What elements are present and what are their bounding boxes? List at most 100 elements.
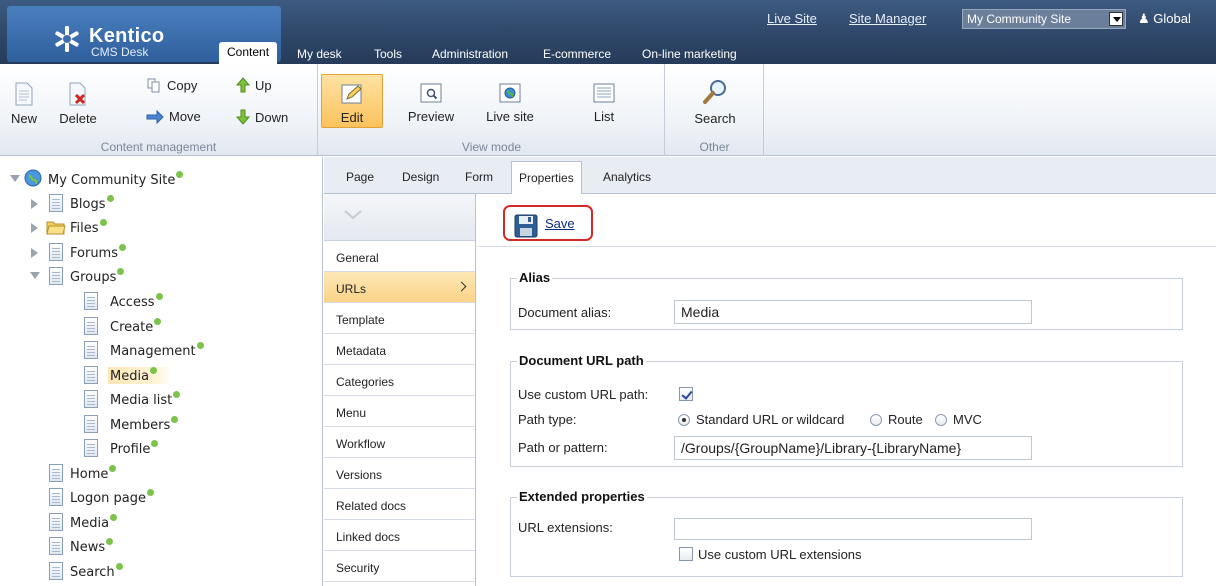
use-custom-url-checkbox[interactable]	[679, 387, 693, 401]
chevron-down-icon[interactable]	[344, 210, 362, 220]
document-alias-input[interactable]: Media	[674, 300, 1032, 324]
arrow-up-icon	[235, 77, 251, 93]
move-button[interactable]: Move	[146, 109, 201, 125]
document-alias-label: Document alias:	[518, 305, 612, 320]
tree-expand-icon[interactable]	[31, 199, 38, 209]
delete-label: Delete	[59, 111, 97, 126]
tree-collapse-icon[interactable]	[30, 272, 40, 279]
extended-legend: Extended properties	[517, 489, 647, 504]
menu-item-related-docs[interactable]: Related docs	[324, 489, 475, 520]
properties-menu-header	[324, 194, 475, 241]
url-extensions-label: URL extensions:	[518, 520, 613, 535]
tree-item-label: Media list	[110, 393, 173, 408]
radio-mvc[interactable]	[935, 414, 947, 426]
tree-item-label: Home	[70, 467, 109, 482]
preview-label: Preview	[407, 109, 455, 124]
tree-expand-icon[interactable]	[10, 175, 20, 182]
new-button[interactable]: New	[5, 82, 43, 126]
tree-item-label: Blogs	[70, 197, 106, 212]
tab-content[interactable]: Content	[219, 42, 278, 64]
search-button[interactable]: Search	[689, 78, 741, 126]
document-icon	[49, 243, 63, 261]
menu-item-linked-docs[interactable]: Linked docs	[324, 520, 475, 551]
edit-button[interactable]: Edit	[321, 74, 383, 128]
radio-standard-url[interactable]	[678, 414, 690, 426]
menu-item-metadata[interactable]: Metadata	[324, 334, 475, 365]
published-status-icon	[109, 465, 117, 472]
site-select[interactable]: My Community Site	[962, 9, 1126, 29]
menu-item-template[interactable]: Template	[324, 303, 475, 334]
move-arrow-icon	[146, 109, 164, 125]
down-button[interactable]: Down	[235, 109, 289, 125]
live-site-link[interactable]: Live Site	[767, 11, 817, 26]
up-button[interactable]: Up	[235, 77, 272, 93]
menu-item-categories[interactable]: Categories	[324, 365, 475, 396]
floppy-disk-icon	[514, 214, 538, 238]
document-icon	[84, 366, 98, 384]
published-status-icon	[115, 563, 123, 570]
url-path-legend: Document URL path	[517, 353, 646, 368]
menu-item-general[interactable]: General	[324, 241, 475, 272]
menu-item-urls[interactable]: URLs	[324, 272, 475, 303]
properties-menu: General URLs Template Metadata Categorie…	[324, 194, 476, 586]
list-label: List	[593, 109, 615, 124]
radio-route-label: Route	[888, 412, 923, 427]
live-site-button[interactable]: Live site	[479, 82, 541, 124]
site-manager-link[interactable]: Site Manager	[849, 11, 926, 26]
group-content-management: New Delete Copy Move Up Down Content man…	[0, 64, 318, 156]
radio-mvc-label: MVC	[953, 412, 982, 427]
menu-item-workflow[interactable]: Workflow	[324, 427, 475, 458]
document-icon	[49, 537, 63, 555]
document-icon	[49, 464, 63, 482]
tab-administration[interactable]: Administration	[424, 44, 516, 64]
tree-expand-icon[interactable]	[31, 223, 38, 233]
new-label: New	[10, 111, 37, 126]
tab-form[interactable]: Form	[465, 170, 493, 184]
delete-document-icon	[69, 82, 86, 106]
published-status-icon	[106, 195, 114, 202]
tab-my-desk[interactable]: My desk	[289, 44, 350, 64]
copy-label: Copy	[167, 78, 198, 93]
published-status-icon	[147, 489, 155, 496]
path-pattern-input[interactable]: /Groups/{GroupName}/Library-{LibraryName…	[674, 436, 1032, 460]
radio-route[interactable]	[870, 414, 882, 426]
search-icon	[703, 80, 726, 104]
url-extensions-input[interactable]	[674, 518, 1032, 540]
document-icon	[84, 341, 98, 359]
tab-page[interactable]: Page	[346, 170, 374, 184]
user-menu[interactable]: ♟ Global	[1138, 11, 1191, 27]
tab-tools[interactable]: Tools	[366, 44, 410, 64]
tab-online-marketing[interactable]: On-line marketing	[634, 44, 745, 64]
search-label: Search	[694, 111, 736, 126]
list-button[interactable]: List	[583, 82, 625, 124]
tree-expand-icon[interactable]	[31, 248, 38, 258]
document-icon	[84, 390, 98, 408]
move-label: Move	[169, 109, 201, 124]
menu-item-versions[interactable]: Versions	[324, 458, 475, 489]
copy-button[interactable]: Copy	[146, 77, 197, 93]
published-status-icon	[117, 268, 125, 275]
published-status-icon	[150, 367, 158, 374]
published-status-icon	[155, 293, 163, 300]
delete-button[interactable]: Delete	[55, 82, 101, 126]
group-label-view-mode: View mode	[461, 140, 522, 154]
document-icon	[49, 267, 63, 285]
tab-design[interactable]: Design	[402, 170, 439, 184]
use-custom-url-label: Use custom URL path:	[518, 387, 649, 402]
site-globe-icon	[24, 169, 42, 187]
tab-ecommerce[interactable]: E-commerce	[535, 44, 619, 64]
published-status-icon	[173, 391, 181, 398]
document-icon	[49, 194, 63, 212]
save-toolbar: Save	[477, 194, 1216, 247]
tab-properties[interactable]: Properties	[511, 161, 582, 194]
down-label: Down	[255, 110, 289, 125]
tree-item-label: Media	[70, 516, 110, 531]
menu-item-security[interactable]: Security	[324, 551, 475, 582]
top-header: Kentico CMS Desk Live Site Site Manager …	[0, 0, 1216, 64]
use-custom-ext-checkbox[interactable]	[679, 547, 693, 561]
tab-analytics[interactable]: Analytics	[603, 170, 651, 184]
content-tree: My Community Site Blogs Files Forums Gro…	[0, 157, 323, 586]
preview-button[interactable]: Preview	[405, 82, 457, 124]
save-button[interactable]: Save	[503, 205, 593, 241]
menu-item-menu[interactable]: Menu	[324, 396, 475, 427]
